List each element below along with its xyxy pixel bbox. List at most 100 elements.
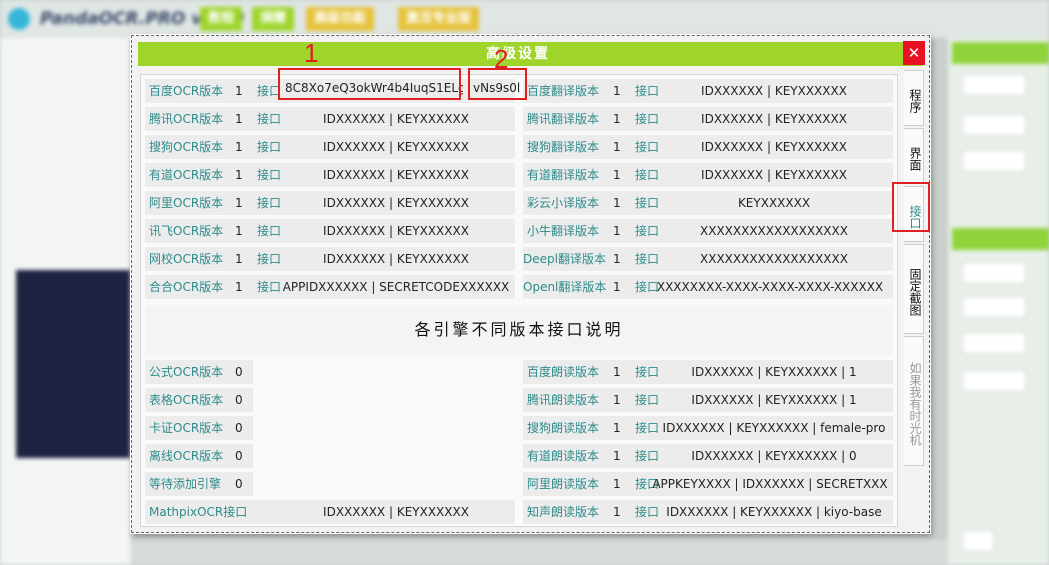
background-bottom — [130, 540, 948, 565]
interface-label: 接口 — [257, 84, 282, 98]
version-value[interactable]: 1 — [613, 79, 621, 103]
tutorial-button[interactable]: 教程 — [200, 7, 243, 31]
baidu-ocr-key-input[interactable] — [285, 78, 463, 98]
interface-value[interactable]: IDXXXXXX | KEYXXXXXX — [280, 135, 512, 159]
interface-value[interactable]: IDXXXXXX | KEYXXXXXX | 0 — [658, 444, 890, 468]
version-value[interactable]: 1 — [613, 472, 621, 496]
interface-value[interactable]: IDXXXXXX | KEYXXXXXX — [280, 500, 512, 524]
version-value[interactable]: 1 — [235, 163, 243, 187]
row-label: 有道翻译版本 — [527, 168, 600, 182]
ocr-row-offline: 离线OCR版本 0 — [145, 444, 253, 468]
version-value[interactable]: 1 — [235, 191, 243, 215]
interface-label: 接口 — [635, 449, 660, 463]
version-value[interactable]: 0 — [235, 388, 243, 412]
tab-fixed-screenshot[interactable]: 固定截图 — [904, 244, 924, 334]
version-value[interactable]: 1 — [613, 107, 621, 131]
version-value[interactable]: 1 — [613, 360, 621, 384]
version-value[interactable]: 1 — [235, 219, 243, 243]
activate-pro-button[interactable]: 激活专业版 — [398, 7, 480, 31]
row-label: 有道OCR版本 — [149, 168, 224, 182]
interface-value[interactable]: APPIDXXXXXX | SECRETCODEXXXXXX — [280, 275, 512, 299]
close-button[interactable]: ✕ — [903, 41, 925, 65]
right-section-header — [952, 42, 1049, 64]
version-value[interactable]: 1 — [613, 500, 621, 524]
version-value[interactable]: 1 — [613, 191, 621, 215]
interface-value[interactable]: IDXXXXXX | KEYXXXXXX — [658, 79, 890, 103]
right-button[interactable] — [962, 332, 1026, 354]
interface-label: 接口 — [257, 280, 282, 294]
right-button[interactable] — [962, 296, 1026, 318]
interface-value[interactable]: IDXXXXXX | KEYXXXXXX | 1 — [658, 360, 890, 384]
ocr-row-youdao: 有道OCR版本 1 接口 IDXXXXXX | KEYXXXXXX — [145, 163, 515, 187]
interface-value[interactable]: APPKEYXXXX | IDXXXXXX | SECRETXXX — [649, 472, 891, 496]
interface-value[interactable]: XXXXXXXXXXXXXXXXXX — [658, 219, 890, 243]
row-label: 阿里OCR版本 — [149, 196, 224, 210]
tab-api[interactable]: 接口 — [904, 186, 924, 242]
version-value[interactable]: 1 — [613, 163, 621, 187]
interface-value[interactable]: IDXXXXXX | KEYXXXXXX — [280, 219, 512, 243]
donate-button[interactable]: 捐赠 — [252, 7, 295, 31]
interface-value[interactable]: IDXXXXXX | KEYXXXXXX | 1 — [658, 388, 890, 412]
interface-value[interactable]: IDXXXXXX | KEYXXXXXX | female-pro — [658, 416, 890, 440]
interface-value[interactable]: IDXXXXXX | KEYXXXXXX — [280, 247, 512, 271]
interface-value[interactable]: IDXXXXXX | KEYXXXXXX — [658, 107, 890, 131]
version-value[interactable]: 1 — [613, 275, 621, 299]
right-button[interactable] — [962, 114, 1026, 136]
interface-value[interactable]: IDXXXXXX | KEYXXXXXX — [280, 191, 512, 215]
row-label: 搜狗翻译版本 — [527, 140, 600, 154]
version-value[interactable]: 1 — [235, 275, 243, 299]
advanced-settings-dialog: 高级设置 ✕ 百度OCR版本 1 接口 腾讯OCR版本 1 接口 IDXXXXX… — [131, 35, 930, 533]
interface-value[interactable]: XXXXXXXX-XXXX-XXXX-XXXX-XXXXXX — [649, 275, 891, 299]
interface-label: 接口 — [257, 252, 282, 266]
ocr-row-wangxiao: 网校OCR版本 1 接口 IDXXXXXX | KEYXXXXXX — [145, 247, 515, 271]
interface-value[interactable]: IDXXXXXX | KEYXXXXXX — [280, 163, 512, 187]
row-label: 阿里朗读版本 — [527, 477, 600, 491]
version-value[interactable]: 1 — [613, 444, 621, 468]
interface-value[interactable]: XXXXXXXXXXXXXXXXXX — [658, 247, 890, 271]
tab-interface-ui[interactable]: 界面 — [904, 128, 924, 184]
version-value[interactable]: 1 — [235, 107, 243, 131]
version-value[interactable]: 0 — [235, 416, 243, 440]
version-value[interactable]: 1 — [613, 416, 621, 440]
ocr-row-card: 卡证OCR版本 0 — [145, 416, 253, 440]
ocr-row-formula: 公式OCR版本 0 — [145, 360, 253, 384]
tab-program[interactable]: 程序 — [904, 70, 924, 126]
interface-label: 接口 — [635, 393, 660, 407]
version-value[interactable]: 1 — [613, 135, 621, 159]
row-label: 知声朗读版本 — [527, 505, 600, 519]
right-button[interactable] — [962, 262, 1026, 284]
interface-value[interactable]: IDXXXXXX | KEYXXXXXX | kiyo-base — [658, 500, 890, 524]
version-value[interactable]: 1 — [613, 219, 621, 243]
row-label: Deepl翻译版本 — [523, 252, 606, 266]
interface-value[interactable]: IDXXXXXX | KEYXXXXXX — [280, 107, 512, 131]
row-label: 卡证OCR版本 — [149, 421, 224, 435]
interface-label: 接口 — [635, 224, 660, 238]
version-value[interactable]: 1 — [235, 79, 243, 103]
dialog-titlebar[interactable]: 高级设置 — [138, 42, 923, 66]
right-button[interactable] — [962, 530, 994, 552]
row-label: 合合OCR版本 — [149, 280, 224, 294]
interface-label: 接口 — [257, 196, 282, 210]
tts-row-tencent: 腾讯朗读版本 1 接口 IDXXXXXX | KEYXXXXXX | 1 — [523, 388, 893, 412]
version-value[interactable]: 1 — [613, 247, 621, 271]
right-button[interactable] — [962, 370, 1026, 392]
tab-time-machine[interactable]: 如果我有时光机 — [904, 336, 924, 466]
version-value[interactable]: 0 — [235, 472, 243, 496]
interface-value[interactable]: IDXXXXXX | KEYXXXXXX — [658, 135, 890, 159]
version-value[interactable]: 0 — [235, 360, 243, 384]
advanced-feature-button[interactable]: 高级功能 — [306, 7, 375, 31]
right-button[interactable] — [962, 74, 1026, 96]
version-value[interactable]: 0 — [235, 444, 243, 468]
interface-explanation-link[interactable]: 各引擎不同版本接口说明 — [145, 305, 893, 355]
version-value[interactable]: 1 — [613, 388, 621, 412]
version-value[interactable]: 1 — [235, 135, 243, 159]
settings-panel: 百度OCR版本 1 接口 腾讯OCR版本 1 接口 IDXXXXXX | KEY… — [140, 74, 898, 527]
interface-label: 接口 — [635, 196, 660, 210]
row-label: 腾讯朗读版本 — [527, 393, 600, 407]
interface-value[interactable]: KEYXXXXXX — [658, 191, 890, 215]
version-value[interactable]: 1 — [235, 247, 243, 271]
baidu-ocr-secret-input[interactable] — [473, 78, 523, 98]
right-button[interactable] — [962, 150, 1026, 172]
ocr-row-table: 表格OCR版本 0 — [145, 388, 253, 412]
interface-value[interactable]: IDXXXXXX | KEYXXXXXX — [658, 163, 890, 187]
